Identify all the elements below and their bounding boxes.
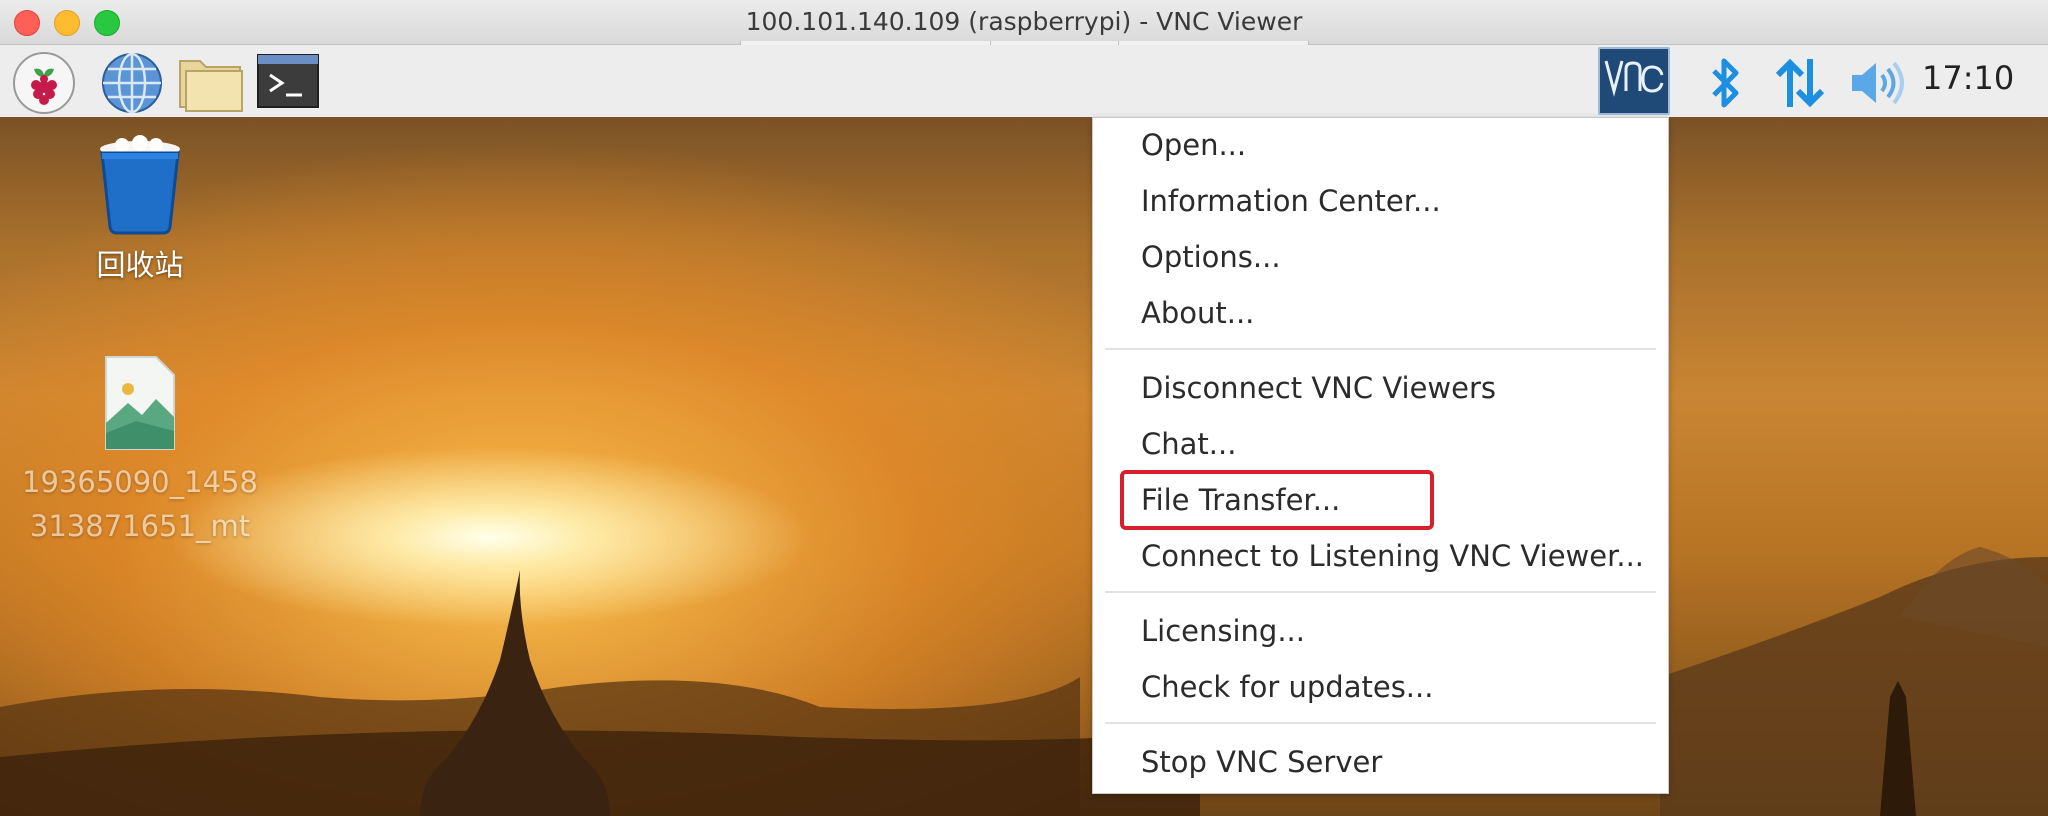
wallpaper-landscape xyxy=(0,547,2048,816)
image-file-icon xyxy=(105,356,175,450)
menu-item-information-center[interactable]: Information Center... xyxy=(1141,184,1441,218)
annotation-highlight-box xyxy=(1120,470,1434,530)
terminal-icon[interactable] xyxy=(256,51,320,115)
file-manager-icon[interactable] xyxy=(176,51,243,115)
desktop-icon-trash[interactable]: 回收站 xyxy=(70,135,210,284)
menu-item-check-for-updates[interactable]: Check for updates... xyxy=(1141,670,1433,704)
volume-icon[interactable] xyxy=(1844,51,1908,115)
window-titlebar: 100.101.140.109 (raspberrypi) - VNC View… xyxy=(0,0,2048,48)
desktop-wallpaper[interactable]: 回收站 19365090_1458 313871651_mt xyxy=(0,117,2048,816)
menu-item-disconnect-vnc-viewers[interactable]: Disconnect VNC Viewers xyxy=(1141,371,1496,405)
network-icon[interactable] xyxy=(1768,51,1832,115)
window-title: 100.101.140.109 (raspberrypi) - VNC View… xyxy=(745,7,1303,36)
menu-item-stop-vnc-server[interactable]: Stop VNC Server xyxy=(1141,745,1382,779)
clock[interactable]: 17:10 xyxy=(1922,59,2014,97)
vnc-server-icon[interactable] xyxy=(1598,47,1670,115)
trash-icon xyxy=(100,135,180,235)
menu-item-open[interactable]: Open... xyxy=(1141,128,1246,162)
menu-item-connect-to-listening-viewer[interactable]: Connect to Listening VNC Viewer... xyxy=(1141,539,1644,573)
desktop-icon-label-line2: 313871651_mt xyxy=(29,509,251,543)
menu-separator xyxy=(1105,348,1656,350)
menu-separator xyxy=(1105,591,1656,593)
desktop-icon-image-file[interactable]: 19365090_1458 313871651_mt xyxy=(20,353,260,548)
menu-item-licensing[interactable]: Licensing... xyxy=(1141,614,1305,648)
menu-item-about[interactable]: About... xyxy=(1141,296,1254,330)
desktop-icon-label-line1: 19365090_1458 xyxy=(22,465,258,499)
web-browser-icon[interactable] xyxy=(100,51,164,115)
menu-item-options[interactable]: Options... xyxy=(1141,240,1281,274)
desktop-icon-label: 回收站 xyxy=(96,248,184,282)
bluetooth-icon[interactable] xyxy=(1692,51,1756,115)
menu-separator xyxy=(1105,722,1656,724)
vnc-server-context-menu: Open... Information Center... Options...… xyxy=(1092,117,1669,794)
raspberry-pi-menu-icon[interactable] xyxy=(12,51,76,115)
menu-item-chat[interactable]: Chat... xyxy=(1141,427,1236,461)
taskbar: 17:10 xyxy=(0,45,2048,118)
